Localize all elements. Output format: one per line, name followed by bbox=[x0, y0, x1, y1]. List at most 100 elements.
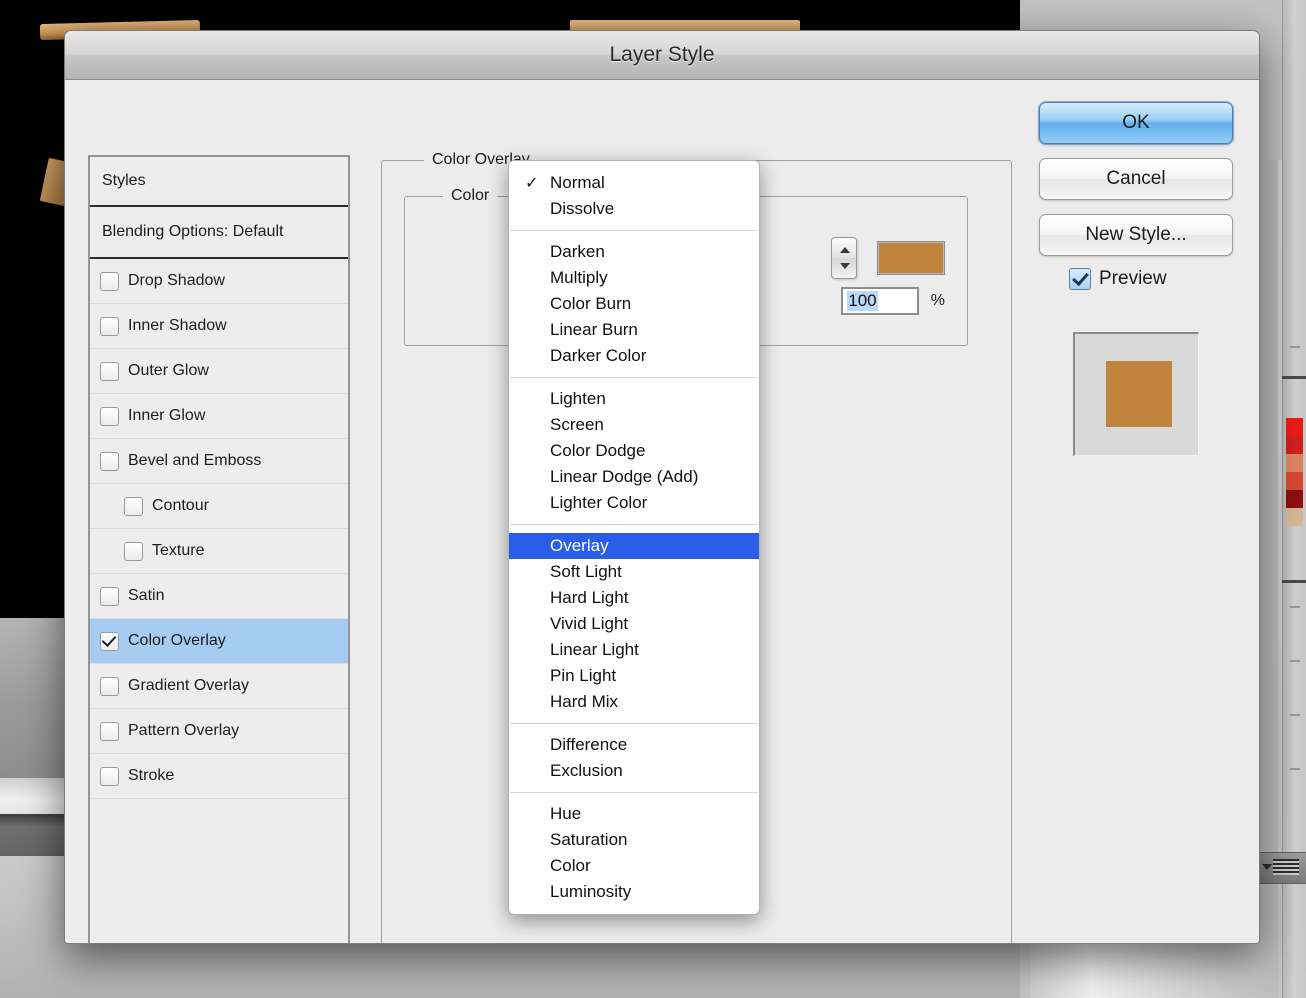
style-row-label: Inner Glow bbox=[128, 407, 206, 424]
menu-item-color-burn[interactable]: Color Burn bbox=[509, 291, 759, 317]
preview-checkbox[interactable] bbox=[1069, 268, 1091, 290]
menu-item-luminosity[interactable]: Luminosity bbox=[509, 879, 759, 905]
menu-separator bbox=[510, 377, 758, 378]
blending-options-row[interactable]: Blending Options: Default bbox=[90, 207, 348, 259]
opacity-unit: % bbox=[930, 292, 945, 309]
menu-item-color[interactable]: Color bbox=[509, 853, 759, 879]
menu-separator bbox=[510, 524, 758, 525]
style-row-drop-shadow[interactable]: Drop Shadow bbox=[90, 259, 348, 304]
color-swatch[interactable] bbox=[1286, 454, 1303, 472]
style-preview-box bbox=[1073, 332, 1199, 456]
stepper-up-icon bbox=[839, 247, 850, 253]
menu-item-soft-light[interactable]: Soft Light bbox=[509, 559, 759, 585]
style-row-outer-glow[interactable]: Outer Glow bbox=[90, 349, 348, 394]
menu-item-pin-light[interactable]: Pin Light bbox=[509, 663, 759, 689]
menu-item-screen[interactable]: Screen bbox=[509, 412, 759, 438]
style-checkbox[interactable] bbox=[100, 316, 119, 336]
panel-options-widget[interactable] bbox=[1258, 852, 1306, 884]
menu-item-difference[interactable]: Difference bbox=[509, 732, 759, 758]
menu-separator bbox=[510, 230, 758, 231]
blend-mode-stepper[interactable] bbox=[830, 237, 858, 279]
menu-item-darken[interactable]: Darken bbox=[509, 239, 759, 265]
styles-list-header: Styles bbox=[90, 157, 348, 207]
style-row-label: Bevel and Emboss bbox=[128, 452, 262, 469]
color-swatch-button[interactable] bbox=[877, 241, 945, 275]
style-row-label: Satin bbox=[128, 587, 165, 604]
panel-tick bbox=[1290, 660, 1300, 662]
color-swatch[interactable] bbox=[1286, 436, 1303, 454]
style-checkbox[interactable] bbox=[100, 451, 119, 471]
style-row-label: Contour bbox=[152, 497, 209, 514]
menu-item-hard-mix[interactable]: Hard Mix bbox=[509, 689, 759, 715]
dialog-titlebar[interactable]: Layer Style bbox=[65, 31, 1259, 80]
menu-separator bbox=[510, 723, 758, 724]
style-row-contour[interactable]: Contour bbox=[90, 484, 348, 529]
style-row-label: Inner Shadow bbox=[128, 317, 227, 334]
style-row-label: Color Overlay bbox=[128, 632, 226, 649]
menu-item-hard-light[interactable]: Hard Light bbox=[509, 585, 759, 611]
stepper-down-icon bbox=[839, 263, 850, 269]
blend-mode-menu[interactable]: NormalDissolveDarkenMultiplyColor BurnLi… bbox=[508, 160, 760, 915]
menu-item-linear-light[interactable]: Linear Light bbox=[509, 637, 759, 663]
color-swatch-stack[interactable] bbox=[1286, 418, 1303, 564]
style-checkbox[interactable] bbox=[100, 766, 119, 786]
style-row-gradient-overlay[interactable]: Gradient Overlay bbox=[90, 664, 348, 709]
style-row-pattern-overlay[interactable]: Pattern Overlay bbox=[90, 709, 348, 754]
menu-item-linear-burn[interactable]: Linear Burn bbox=[509, 317, 759, 343]
menu-separator bbox=[510, 792, 758, 793]
preview-checkbox-row[interactable]: Preview bbox=[1069, 268, 1167, 290]
panel-tick bbox=[1290, 606, 1300, 608]
style-row-color-overlay[interactable]: Color Overlay bbox=[90, 619, 348, 664]
menu-item-normal[interactable]: Normal bbox=[509, 170, 759, 196]
menu-item-dissolve[interactable]: Dissolve bbox=[509, 196, 759, 222]
menu-lines-icon bbox=[1273, 859, 1299, 875]
panel-divider bbox=[1282, 580, 1306, 583]
style-row-label: Outer Glow bbox=[128, 362, 209, 379]
panel-tick bbox=[1290, 768, 1300, 770]
style-row-label: Gradient Overlay bbox=[128, 677, 249, 694]
style-checkbox[interactable] bbox=[100, 271, 119, 291]
new-style-button[interactable]: New Style... bbox=[1039, 214, 1233, 256]
panel-tick bbox=[1290, 346, 1300, 348]
style-row-label: Drop Shadow bbox=[128, 272, 225, 289]
menu-item-color-dodge[interactable]: Color Dodge bbox=[509, 438, 759, 464]
color-swatch[interactable] bbox=[1286, 508, 1303, 526]
color-swatch[interactable] bbox=[1286, 472, 1303, 490]
menu-item-linear-dodge-add[interactable]: Linear Dodge (Add) bbox=[509, 464, 759, 490]
style-row-satin[interactable]: Satin bbox=[90, 574, 348, 619]
menu-item-exclusion[interactable]: Exclusion bbox=[509, 758, 759, 784]
style-checkbox[interactable] bbox=[100, 676, 119, 696]
menu-item-lighten[interactable]: Lighten bbox=[509, 386, 759, 412]
panel-tick bbox=[1290, 714, 1300, 716]
color-swatch[interactable] bbox=[1286, 490, 1303, 508]
style-checkbox[interactable] bbox=[100, 631, 119, 651]
menu-item-lighter-color[interactable]: Lighter Color bbox=[509, 490, 759, 516]
styles-list: Styles Blending Options: Default Drop Sh… bbox=[88, 155, 350, 943]
menu-item-hue[interactable]: Hue bbox=[509, 801, 759, 827]
menu-item-multiply[interactable]: Multiply bbox=[509, 265, 759, 291]
dialog-title: Layer Style bbox=[609, 43, 715, 66]
menu-item-vivid-light[interactable]: Vivid Light bbox=[509, 611, 759, 637]
cancel-button[interactable]: Cancel bbox=[1039, 158, 1233, 200]
menu-item-darker-color[interactable]: Darker Color bbox=[509, 343, 759, 369]
style-checkbox[interactable] bbox=[100, 721, 119, 741]
color-swatch[interactable] bbox=[1286, 418, 1303, 436]
style-row-inner-shadow[interactable]: Inner Shadow bbox=[90, 304, 348, 349]
style-row-label: Pattern Overlay bbox=[128, 722, 240, 739]
ok-button[interactable]: OK bbox=[1039, 102, 1233, 144]
menu-item-saturation[interactable]: Saturation bbox=[509, 827, 759, 853]
style-checkbox[interactable] bbox=[124, 496, 143, 516]
menu-item-overlay[interactable]: Overlay bbox=[509, 533, 759, 559]
style-row-stroke[interactable]: Stroke bbox=[90, 754, 348, 799]
opacity-input[interactable]: 100 bbox=[841, 287, 919, 315]
style-checkbox[interactable] bbox=[100, 586, 119, 606]
style-checkbox[interactable] bbox=[100, 406, 119, 426]
style-checkbox[interactable] bbox=[124, 541, 143, 561]
style-checkbox[interactable] bbox=[100, 361, 119, 381]
triangle-icon bbox=[1262, 864, 1272, 870]
preview-square bbox=[1106, 361, 1172, 427]
style-row-texture[interactable]: Texture bbox=[90, 529, 348, 574]
opacity-value: 100 bbox=[847, 291, 878, 311]
style-row-inner-glow[interactable]: Inner Glow bbox=[90, 394, 348, 439]
style-row-bevel-and-emboss[interactable]: Bevel and Emboss bbox=[90, 439, 348, 484]
